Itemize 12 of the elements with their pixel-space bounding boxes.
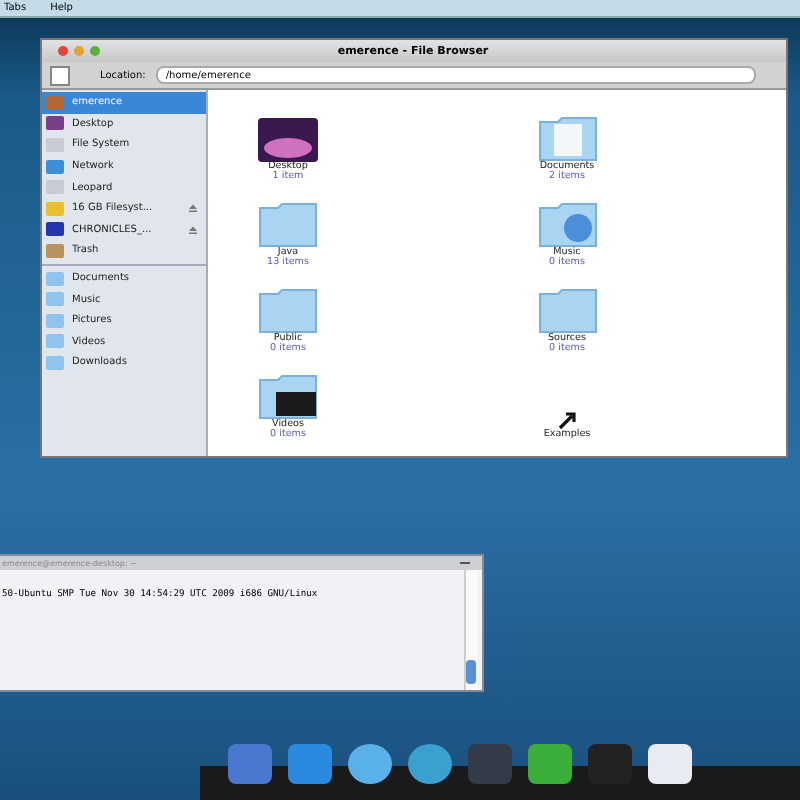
- maximize-icon[interactable]: [90, 46, 100, 56]
- scrollbar[interactable]: [464, 570, 478, 690]
- music-folder-icon[interactable]: [537, 200, 597, 248]
- toggle-button[interactable]: [50, 65, 70, 85]
- eject-icon[interactable]: [188, 225, 198, 234]
- video-folder-icon[interactable]: [258, 372, 318, 420]
- eject-icon[interactable]: [188, 204, 198, 213]
- desktop-picture-icon[interactable]: [258, 118, 318, 162]
- documents-folder-icon[interactable]: [537, 114, 597, 162]
- minimize-icon[interactable]: [74, 46, 84, 56]
- close-icon[interactable]: [58, 46, 68, 56]
- link-arrow-icon[interactable]: [557, 410, 577, 430]
